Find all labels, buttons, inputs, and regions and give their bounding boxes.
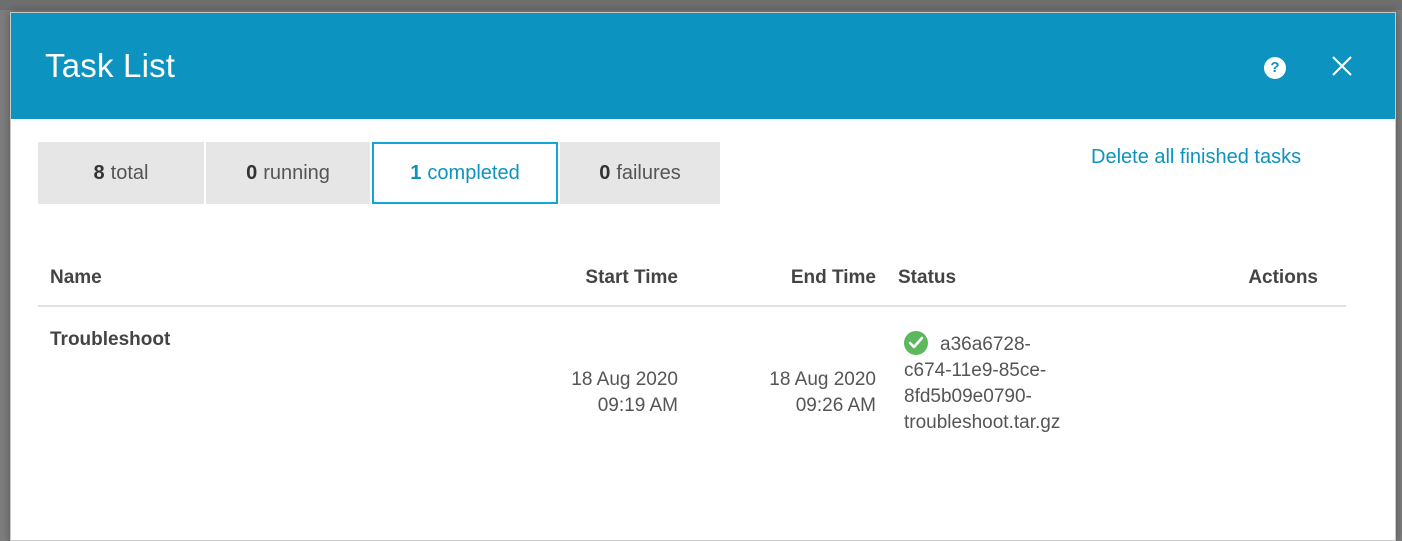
delete-all-finished-link[interactable]: Delete all finished tasks (1091, 146, 1301, 169)
column-header-end-time[interactable]: End Time (791, 267, 876, 289)
task-start-date: 18 Aug 2020 (571, 369, 678, 390)
task-end-clock: 09:26 AM (795, 395, 876, 416)
filter-failures-label: failures (616, 161, 681, 184)
filter-completed[interactable]: 1 completed (372, 142, 558, 204)
check-circle-icon (904, 331, 928, 355)
column-header-status[interactable]: Status (898, 267, 956, 289)
filter-completed-count: 1 (410, 161, 422, 184)
task-start-time: 18 Aug 2020 09:19 AM (571, 367, 678, 419)
filter-total-label: total (110, 161, 149, 184)
column-header-actions: Actions (1248, 267, 1318, 288)
table-row[interactable]: Troubleshoot 18 Aug 2020 09:19 AM 18 Aug… (38, 307, 1346, 457)
task-end-date: 18 Aug 2020 (769, 369, 876, 390)
task-start-clock: 09:19 AM (597, 395, 678, 416)
column-header-start-time[interactable]: Start Time (585, 267, 678, 289)
task-name: Troubleshoot (50, 329, 171, 350)
dialog-title: Task List (45, 47, 176, 84)
filter-total[interactable]: 8 total (38, 142, 204, 204)
status-file-part-2: c674-11e9-85ce- (904, 360, 1047, 381)
background-page-strip (0, 0, 1402, 10)
column-header-name[interactable]: Name (50, 267, 102, 289)
task-filter-tabs: 8 total 0 running 1 completed 0 failures (38, 142, 722, 204)
status-file-part-4: troubleshoot.tar.gz (904, 412, 1061, 433)
table-header: Name Start Time End Time Status Actions (38, 255, 1346, 307)
help-icon[interactable]: ? (1264, 57, 1286, 79)
filter-running[interactable]: 0 running (206, 142, 370, 204)
status-file-part-1: a36a6728- (940, 334, 1031, 355)
filter-total-count: 8 (93, 161, 105, 184)
task-status[interactable]: a36a6728- c674-11e9-85ce- 8fd5b09e0790- … (904, 331, 1124, 436)
task-table: Name Start Time End Time Status Actions … (38, 255, 1346, 457)
close-icon[interactable] (1327, 51, 1357, 81)
dialog-header: Task List ? (11, 13, 1395, 119)
filter-failures-count: 0 (599, 161, 611, 184)
status-file-part-3: 8fd5b09e0790- (904, 386, 1032, 407)
filter-running-label: running (263, 161, 330, 184)
filter-failures[interactable]: 0 failures (560, 142, 720, 204)
filter-completed-label: completed (427, 161, 520, 184)
filter-running-count: 0 (246, 161, 258, 184)
task-end-time: 18 Aug 2020 09:26 AM (769, 367, 876, 419)
